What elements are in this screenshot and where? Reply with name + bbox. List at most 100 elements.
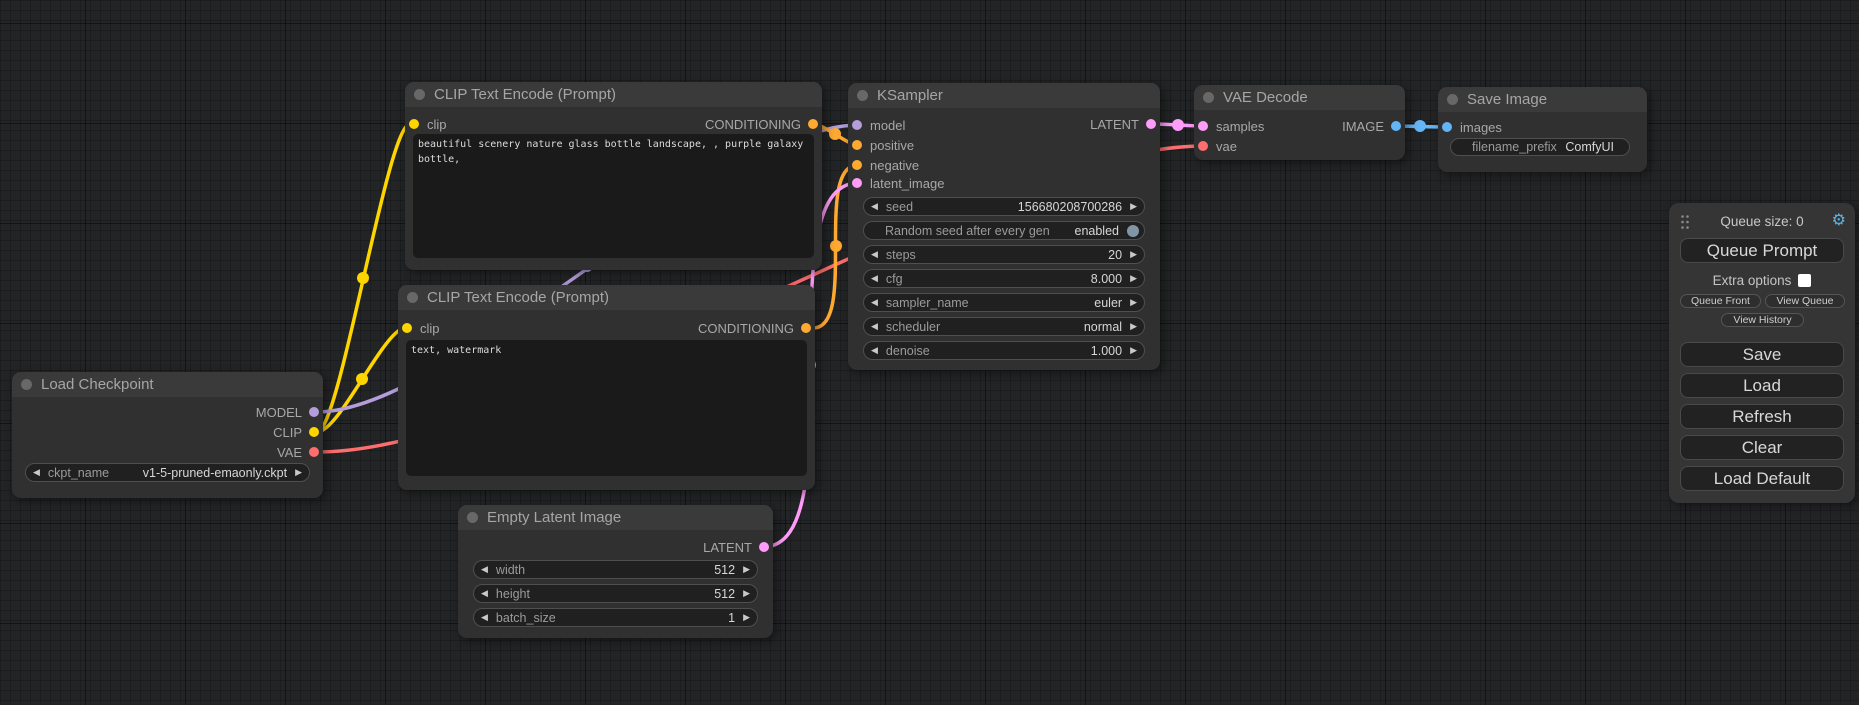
decrement-arrow-icon[interactable]: ◀ [481, 613, 488, 622]
decrement-arrow-icon[interactable]: ◀ [871, 322, 878, 331]
increment-arrow-icon[interactable]: ▶ [1130, 322, 1137, 331]
increment-arrow-icon[interactable]: ▶ [1130, 202, 1137, 211]
widget-cfg[interactable]: ◀ cfg 8.000 ▶ [863, 269, 1145, 288]
node-ksampler[interactable]: KSampler model positive negative latent_… [848, 83, 1160, 370]
node-empty-latent-image[interactable]: Empty Latent Image LATENT ◀ width 512 ▶ … [458, 505, 773, 638]
image-input-dot-icon[interactable] [1442, 122, 1452, 132]
increment-arrow-icon[interactable]: ▶ [743, 565, 750, 574]
node-load-checkpoint[interactable]: Load Checkpoint MODEL CLIP VAE ◀ ckpt_na… [12, 372, 323, 498]
input-slot-clip[interactable]: clip [409, 115, 447, 133]
collapse-dot-icon[interactable] [467, 512, 478, 523]
clip-output-dot-icon[interactable] [309, 427, 319, 437]
conditioning-output-dot-icon[interactable] [801, 323, 811, 333]
decrement-arrow-icon[interactable]: ◀ [481, 565, 488, 574]
prompt-textarea[interactable]: beautiful scenery nature glass bottle la… [413, 134, 814, 258]
settings-gear-icon[interactable]: ⚙ [1832, 210, 1846, 230]
collapse-dot-icon[interactable] [21, 379, 32, 390]
latent-output-dot-icon[interactable] [759, 542, 769, 552]
refresh-button[interactable]: Refresh [1680, 404, 1844, 429]
widget-filename-prefix[interactable]: filename_prefix ComfyUI [1450, 138, 1630, 156]
view-history-button[interactable]: View History [1721, 313, 1804, 327]
decrement-arrow-icon[interactable]: ◀ [871, 202, 878, 211]
latent-input-dot-icon[interactable] [1198, 121, 1208, 131]
increment-arrow-icon[interactable]: ▶ [743, 589, 750, 598]
latent-input-dot-icon[interactable] [852, 178, 862, 188]
output-slot-latent[interactable]: LATENT [703, 538, 769, 556]
input-slot-model[interactable]: model [852, 116, 905, 134]
collapse-dot-icon[interactable] [1447, 94, 1458, 105]
node-clip-text-encode-negative[interactable]: CLIP Text Encode (Prompt) clip CONDITION… [398, 285, 815, 490]
output-slot-latent[interactable]: LATENT [1090, 115, 1156, 133]
input-slot-negative[interactable]: negative [852, 156, 919, 174]
increment-arrow-icon[interactable]: ▶ [743, 613, 750, 622]
input-slot-vae[interactable]: vae [1198, 137, 1237, 155]
decrement-arrow-icon[interactable]: ◀ [481, 589, 488, 598]
increment-arrow-icon[interactable]: ▶ [1130, 274, 1137, 283]
increment-arrow-icon[interactable]: ▶ [1130, 298, 1137, 307]
input-slot-latent-image[interactable]: latent_image [852, 174, 944, 192]
latent-output-dot-icon[interactable] [1146, 119, 1156, 129]
node-titlebar[interactable]: Empty Latent Image [458, 505, 773, 530]
collapse-dot-icon[interactable] [1203, 92, 1214, 103]
output-slot-image[interactable]: IMAGE [1342, 117, 1401, 135]
node-clip-text-encode-positive[interactable]: CLIP Text Encode (Prompt) clip CONDITION… [405, 82, 822, 270]
conditioning-output-dot-icon[interactable] [808, 119, 818, 129]
input-slot-clip[interactable]: clip [402, 319, 440, 337]
load-button[interactable]: Load [1680, 373, 1844, 398]
toggle-circle-icon[interactable] [1127, 225, 1139, 237]
node-titlebar[interactable]: KSampler [848, 83, 1160, 108]
increment-arrow-icon[interactable]: ▶ [1130, 250, 1137, 259]
widget-seed[interactable]: ◀ seed 156680208700286 ▶ [863, 197, 1145, 216]
increment-arrow-icon[interactable]: ▶ [295, 468, 302, 477]
input-slot-samples[interactable]: samples [1198, 117, 1264, 135]
clear-button[interactable]: Clear [1680, 435, 1844, 460]
decrement-arrow-icon[interactable]: ◀ [871, 274, 878, 283]
node-titlebar[interactable]: CLIP Text Encode (Prompt) [398, 285, 815, 310]
decrement-arrow-icon[interactable]: ◀ [871, 346, 878, 355]
collapse-dot-icon[interactable] [857, 90, 868, 101]
conditioning-input-dot-icon[interactable] [852, 140, 862, 150]
model-input-dot-icon[interactable] [852, 120, 862, 130]
decrement-arrow-icon[interactable]: ◀ [871, 298, 878, 307]
widget-scheduler[interactable]: ◀ scheduler normal ▶ [863, 317, 1145, 336]
widget-batch-size[interactable]: ◀ batch_size 1 ▶ [473, 608, 758, 627]
save-button[interactable]: Save [1680, 342, 1844, 367]
output-slot-conditioning[interactable]: CONDITIONING [698, 319, 811, 337]
output-slot-model[interactable]: MODEL [256, 403, 319, 421]
decrement-arrow-icon[interactable]: ◀ [33, 468, 40, 477]
widget-width[interactable]: ◀ width 512 ▶ [473, 560, 758, 579]
input-slot-positive[interactable]: positive [852, 136, 914, 154]
node-titlebar[interactable]: VAE Decode [1194, 85, 1405, 110]
load-default-button[interactable]: Load Default [1680, 466, 1844, 491]
prompt-textarea[interactable]: text, watermark [406, 340, 807, 476]
node-vae-decode[interactable]: VAE Decode samples vae IMAGE [1194, 85, 1405, 160]
model-output-dot-icon[interactable] [309, 407, 319, 417]
input-slot-images[interactable]: images [1442, 118, 1502, 136]
vae-output-dot-icon[interactable] [309, 447, 319, 457]
widget-sampler-name[interactable]: ◀ sampler_name euler ▶ [863, 293, 1145, 312]
vae-input-dot-icon[interactable] [1198, 141, 1208, 151]
widget-ckpt-name[interactable]: ◀ ckpt_name v1-5-pruned-emaonly.ckpt ▶ [25, 463, 310, 482]
output-slot-conditioning[interactable]: CONDITIONING [705, 115, 818, 133]
image-output-dot-icon[interactable] [1391, 121, 1401, 131]
node-save-image[interactable]: Save Image images filename_prefix ComfyU… [1438, 87, 1647, 172]
queue-prompt-button[interactable]: Queue Prompt [1680, 238, 1844, 263]
queue-front-button[interactable]: Queue Front [1680, 294, 1761, 308]
widget-height[interactable]: ◀ height 512 ▶ [473, 584, 758, 603]
clip-input-dot-icon[interactable] [409, 119, 419, 129]
widget-denoise[interactable]: ◀ denoise 1.000 ▶ [863, 341, 1145, 360]
decrement-arrow-icon[interactable]: ◀ [871, 250, 878, 259]
collapse-dot-icon[interactable] [407, 292, 418, 303]
output-slot-clip[interactable]: CLIP [273, 423, 319, 441]
node-titlebar[interactable]: Load Checkpoint [12, 372, 323, 397]
collapse-dot-icon[interactable] [414, 89, 425, 100]
extra-options-checkbox[interactable] [1798, 274, 1811, 287]
clip-input-dot-icon[interactable] [402, 323, 412, 333]
view-queue-button[interactable]: View Queue [1765, 294, 1845, 308]
increment-arrow-icon[interactable]: ▶ [1130, 346, 1137, 355]
output-slot-vae[interactable]: VAE [277, 443, 319, 461]
widget-steps[interactable]: ◀ steps 20 ▶ [863, 245, 1145, 264]
conditioning-input-dot-icon[interactable] [852, 160, 862, 170]
widget-random-seed-toggle[interactable]: Random seed after every gen enabled [863, 221, 1145, 240]
node-titlebar[interactable]: Save Image [1438, 87, 1647, 112]
